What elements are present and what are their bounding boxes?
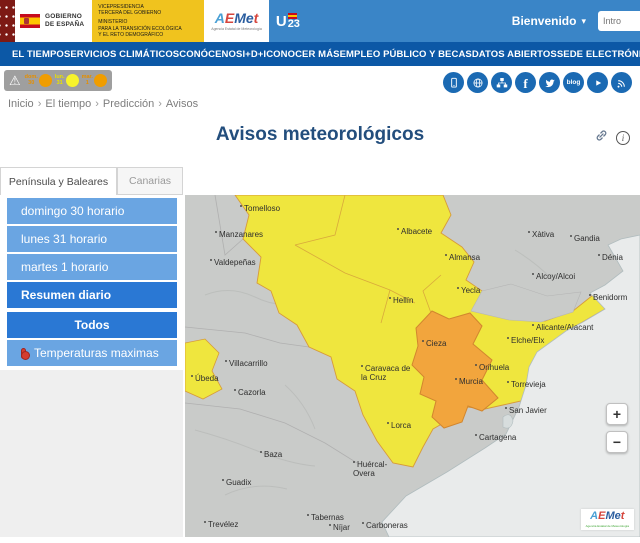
sidebar-filter-buttons: TodosTemperaturas maximas <box>7 312 177 368</box>
map-canvas <box>185 195 640 537</box>
sidebar-button[interactable]: Todos <box>7 312 177 338</box>
aemet-watermark-text: AEMet <box>586 511 629 522</box>
youtube-icon[interactable] <box>587 72 608 93</box>
blog-icon[interactable]: blog <box>563 72 584 93</box>
eu-presidency-logo: U 23 <box>276 0 300 42</box>
zoom-out-button[interactable]: − <box>606 431 628 453</box>
social-links: f blog <box>443 72 632 93</box>
map-zoom-controls: + − <box>606 403 628 453</box>
breadcrumb-separator: › <box>158 98 162 110</box>
permalink-icon[interactable] <box>594 128 609 148</box>
sidebar-day-buttons: domingo 30 horariolunes 31 horariomartes… <box>7 198 177 310</box>
tab-peninsula-baleares[interactable]: Península y Baleares <box>0 167 117 195</box>
nav-item[interactable]: SERVICIOS CLIMÁTICOS <box>64 49 179 60</box>
breadcrumb-item[interactable]: Avisos <box>166 98 198 110</box>
sidebar-button[interactable]: lunes 31 horario <box>7 226 177 252</box>
alert-level-circle-yellow <box>66 74 79 87</box>
chevron-down-icon[interactable]: ▾ <box>581 16 586 27</box>
globe-icon[interactable] <box>467 72 488 93</box>
government-name: GOBIERNO DE ESPAÑA <box>45 13 84 29</box>
alert-level-circle-orange <box>39 74 52 87</box>
nav-item[interactable]: CONOCER MÁS <box>266 49 339 60</box>
alert-day-lun[interactable]: lun.31 <box>55 74 79 87</box>
government-logo[interactable]: GOBIERNO DE ESPAÑA <box>15 0 92 42</box>
aemet-logo-text: AEMet <box>215 11 259 25</box>
sidebar-button[interactable]: Temperaturas maximas <box>7 340 177 366</box>
breadcrumb: Inicio›El tiempo›Predicción›Avisos <box>8 98 198 110</box>
nav-item[interactable]: EMPLEO PÚBLICO Y BECAS <box>340 49 472 60</box>
alerts-summary-pill: ⚠ dom.30 lun.31 mar.1 <box>4 70 112 91</box>
government-pleca <box>0 0 15 42</box>
breadcrumb-item[interactable]: El tiempo <box>45 98 91 110</box>
breadcrumb-item[interactable]: Predicción <box>103 98 154 110</box>
aemet-tagline: Agencia Estatal de Meteorología <box>211 27 262 31</box>
thermometer-icon <box>21 348 26 359</box>
rss-icon[interactable] <box>611 72 632 93</box>
warnings-map[interactable]: + − AEMet Agencia Estatal de Meteorologí… <box>185 195 640 537</box>
alert-day-dom[interactable]: dom.30 <box>25 74 52 87</box>
zoom-in-button[interactable]: + <box>606 403 628 425</box>
alert-day-label: dom.30 <box>25 75 38 87</box>
search-input[interactable] <box>598 11 640 31</box>
ministry-label: VICEPRESIDENCIA TERCERA DEL GOBIERNO MIN… <box>92 0 204 42</box>
sidebar-button[interactable]: domingo 30 horario <box>7 198 177 224</box>
mobile-icon[interactable] <box>443 72 464 93</box>
alert-day-label: lun.31 <box>55 75 65 87</box>
site-header: GOBIERNO DE ESPAÑA VICEPRESIDENCIA TERCE… <box>0 0 640 42</box>
warning-triangle-icon: ⚠ <box>9 74 21 87</box>
aemet-watermark: AEMet Agencia Estatal de Meteorología <box>581 509 634 530</box>
aemet-logo[interactable]: AEMet Agencia Estatal de Meteorología <box>204 0 269 42</box>
alert-level-circle-orange <box>94 74 107 87</box>
alert-day-mar[interactable]: mar.1 <box>82 74 107 87</box>
tab-canarias[interactable]: Canarias <box>117 167 183 195</box>
nav-item[interactable]: I+D+I <box>242 49 266 60</box>
welcome-menu[interactable]: Bienvenido <box>512 14 577 28</box>
breadcrumb-item[interactable]: Inicio <box>8 98 34 110</box>
facebook-icon[interactable]: f <box>515 72 536 93</box>
nav-item[interactable]: DATOS ABIERTOS <box>472 49 557 60</box>
sidebar-button[interactable]: Resumen diario <box>7 282 177 308</box>
twitter-icon[interactable] <box>539 72 560 93</box>
page-title: Avisos meteorológicos <box>216 124 424 145</box>
region-tabs: Península y Baleares Canarias <box>0 167 183 195</box>
info-icon[interactable]: i <box>616 131 630 145</box>
breadcrumb-separator: › <box>38 98 42 110</box>
nav-item[interactable]: SEDE ELECTRÓNICA <box>557 49 640 60</box>
alert-day-label: mar.1 <box>82 75 93 87</box>
sitemap-icon[interactable] <box>491 72 512 93</box>
breadcrumb-separator: › <box>95 98 99 110</box>
spain-flag-icon <box>20 14 40 28</box>
sidebar-button[interactable]: martes 1 horario <box>7 254 177 280</box>
main-nav: EL TIEMPOSERVICIOS CLIMÁTICOSCONÓCENOSI+… <box>0 42 640 66</box>
sidebar-lower-panel <box>0 370 183 537</box>
nav-item[interactable]: CONÓCENOS <box>179 49 242 60</box>
nav-item[interactable]: EL TIEMPO <box>12 49 64 60</box>
aemet-avisos-page: GOBIERNO DE ESPAÑA VICEPRESIDENCIA TERCE… <box>0 0 640 543</box>
